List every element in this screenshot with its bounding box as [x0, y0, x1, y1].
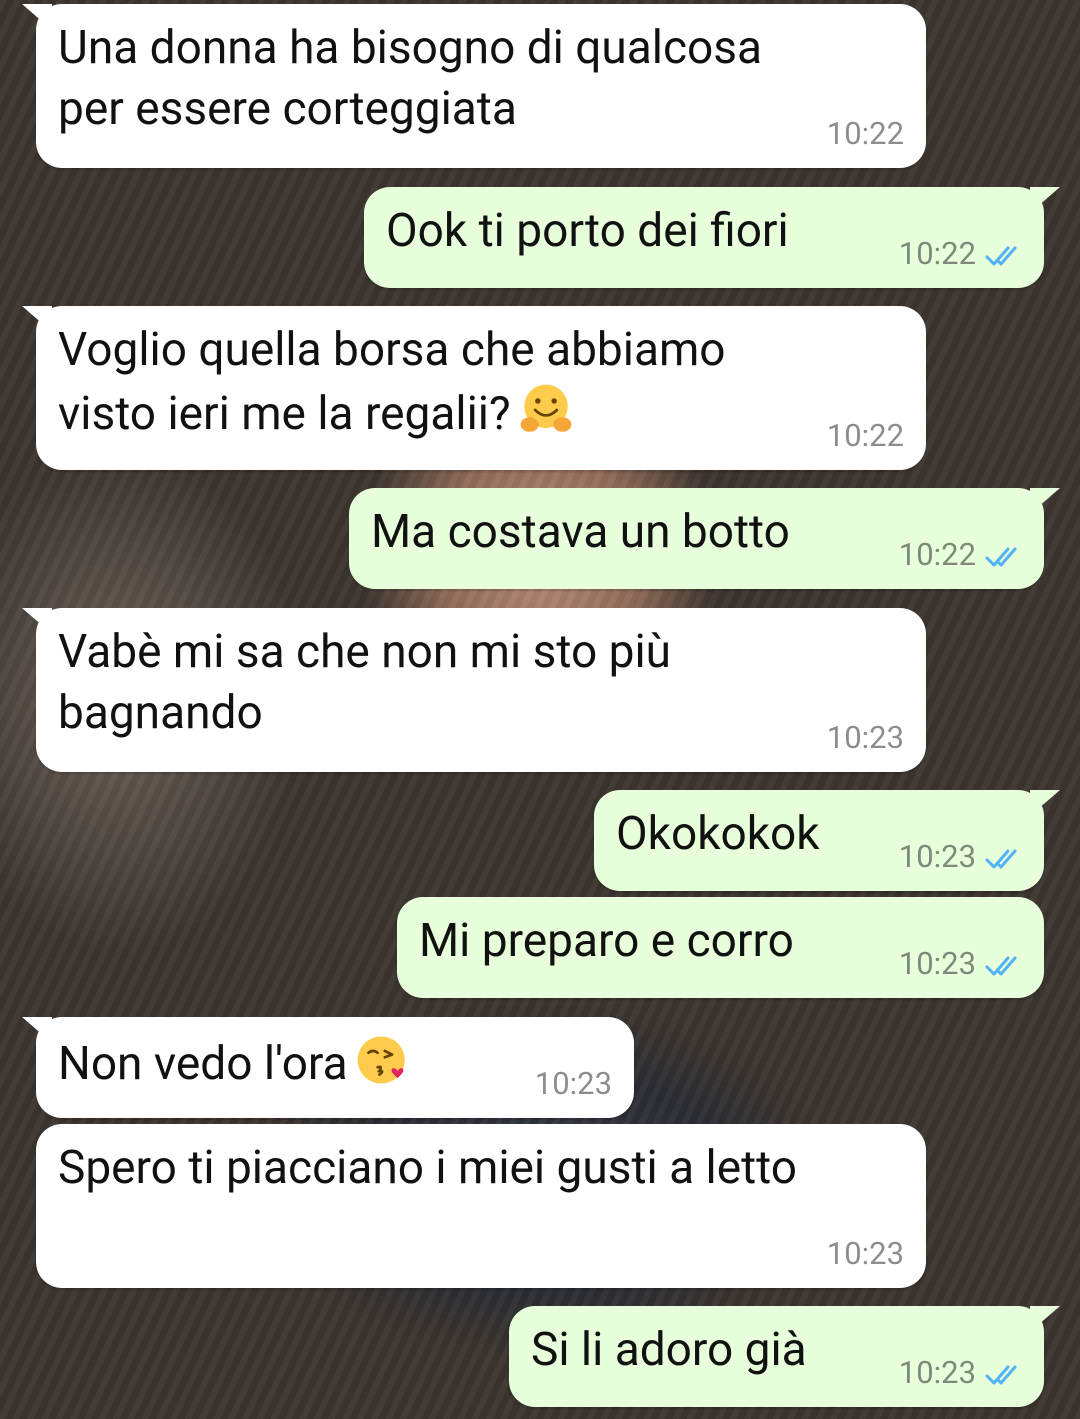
message-text: Mi preparo e corro [419, 914, 794, 968]
message-text: Okokokok [616, 807, 820, 861]
message-text: Si li adoro già [531, 1323, 807, 1377]
message-incoming[interactable]: Una donna ha bisogno di qualcosa per ess… [22, 4, 926, 168]
message-incoming[interactable]: Non vedo l'ora 10:23 [22, 1017, 634, 1118]
message-time: 10:23 [826, 719, 904, 756]
message-text: Non vedo l'ora [58, 1031, 412, 1095]
message-text: Spero ti piacciano i miei gusti a letto [58, 1141, 797, 1195]
message-text: Ma costava un botto [371, 505, 790, 559]
message-time: 10:23 [898, 1354, 976, 1391]
message-time: 10:22 [826, 417, 904, 454]
hugging-face-emoji [520, 384, 572, 432]
face-blowing-kiss-emoji [357, 1036, 405, 1084]
message-incoming[interactable]: Vabè mi sa che non mi sto più bagnando 1… [22, 608, 926, 772]
message-incoming[interactable]: Spero ti piacciano i miei gusti a letto … [36, 1124, 926, 1288]
double-check-read-icon [985, 547, 1017, 567]
message-time: 10:22 [898, 536, 976, 573]
message-text: Una donna ha bisogno di qualcosa per ess… [58, 21, 763, 136]
double-check-read-icon [985, 956, 1017, 976]
message-time: 10:23 [898, 838, 976, 875]
double-check-read-icon [985, 849, 1017, 869]
message-time: 10:22 [826, 115, 904, 152]
message-time: 10:22 [898, 235, 976, 272]
message-time: 10:23 [826, 1235, 904, 1272]
message-text: Vabè mi sa che non mi sto più bagnando [58, 625, 671, 740]
message-outgoing[interactable]: Ook ti porto dei fiori 10:22 [364, 187, 1060, 288]
message-time: 10:23 [898, 945, 976, 982]
message-text: Ook ti porto dei fiori [386, 204, 789, 258]
message-outgoing[interactable]: Okokokok 10:23 [594, 790, 1060, 891]
message-outgoing[interactable]: Mi preparo e corro 10:23 [397, 897, 1044, 998]
message-incoming[interactable]: Voglio quella borsa che abbiamo visto ie… [22, 306, 926, 470]
message-time: 10:23 [534, 1065, 612, 1102]
double-check-read-icon [985, 246, 1017, 266]
message-list[interactable]: Una donna ha bisogno di qualcosa per ess… [0, 0, 1080, 1419]
message-outgoing[interactable]: Ma costava un botto 10:22 [349, 488, 1060, 589]
message-text: Voglio quella borsa che abbiamo visto ie… [58, 323, 726, 441]
double-check-read-icon [985, 1365, 1017, 1385]
message-outgoing[interactable]: Si li adoro già 10:23 [509, 1306, 1060, 1407]
